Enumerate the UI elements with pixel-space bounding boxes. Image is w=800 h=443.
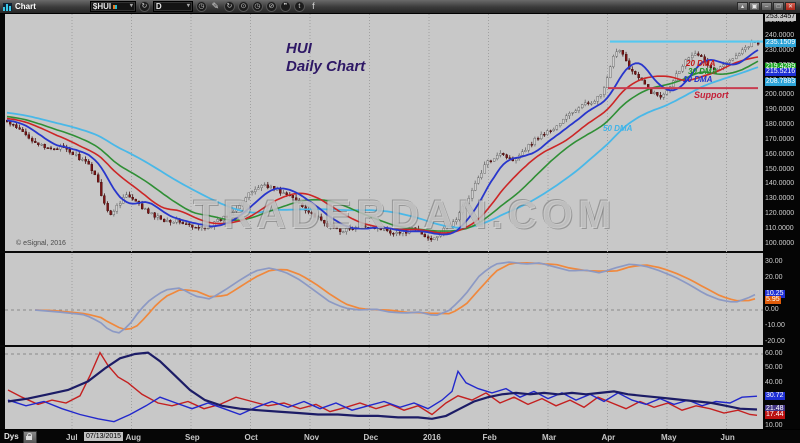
interval-clock-icon[interactable]: ◷ <box>196 1 207 12</box>
window-minimize-button[interactable]: – <box>761 2 772 11</box>
symbol-input[interactable]: $HUI ▾ <box>90 1 136 12</box>
axis-tick-label: 120.0000 <box>765 210 794 218</box>
month-label: Apr <box>602 433 616 442</box>
axis-tick-label: -20.00 <box>765 338 785 346</box>
month-label: Aug <box>126 433 142 442</box>
axis-tick-label: 60.00 <box>765 350 783 358</box>
axis-tick-label: -10.00 <box>765 322 785 330</box>
axis-highlight-label: 30.72 <box>765 392 785 400</box>
link-icon[interactable]: ⊘ <box>266 1 277 12</box>
chart-window: Chart $HUI ▾ ↻ D ▾ ◷ ✎↻⊙◷⊘❞tf ▴▣–□✕ HUI … <box>0 0 800 443</box>
symbol-value: $HUI <box>93 2 111 11</box>
time-cursor-icon[interactable]: ◷ <box>252 1 263 12</box>
lock-icon <box>26 436 32 440</box>
dma10-label[interactable]: 10 DMA <box>683 75 712 84</box>
chevron-down-icon[interactable]: ▾ <box>130 2 133 11</box>
axis-highlight-label: 215.5216 <box>765 68 796 76</box>
month-label: Jul <box>66 433 78 442</box>
axis-mode-label: Dys <box>4 432 19 441</box>
twitter-icon[interactable]: t <box>294 1 305 12</box>
axis-tick-label: 140.0000 <box>765 180 794 188</box>
axis-highlight-label: 253.3457 <box>765 13 796 21</box>
chevron-down-icon[interactable]: ▾ <box>187 2 190 11</box>
axis-tick-label: 230.0000 <box>765 47 794 55</box>
chart-tab-icon <box>3 3 12 11</box>
month-label: Dec <box>364 433 379 442</box>
axis-highlight-label: 5.95 <box>765 296 781 304</box>
axis-highlight-label: 235.1509 <box>765 39 796 47</box>
month-label: 2016 <box>423 433 441 442</box>
symbol-flag-icon <box>113 5 117 9</box>
interval-value: D <box>156 2 162 11</box>
axis-tick-label: 100.0000 <box>765 240 794 248</box>
month-label: Mar <box>542 433 556 442</box>
draw-pencil-icon[interactable]: ✎ <box>210 1 221 12</box>
interval-input[interactable]: D ▾ <box>153 1 193 12</box>
chart-title-timeframe[interactable]: Daily Chart <box>286 58 365 75</box>
watermark: TRADERDAN.COM <box>170 193 640 238</box>
axis-tick-label: 0.00 <box>765 306 779 314</box>
crosshair-date-box: 07/13/2015 <box>84 432 123 441</box>
month-label: Jun <box>721 433 735 442</box>
axis-highlight-label: 17.44 <box>765 411 785 419</box>
axis-highlight-label: 208.7883 <box>765 78 796 86</box>
axis-tick-label: 170.0000 <box>765 136 794 144</box>
axis-tick-label: 30.00 <box>765 258 783 266</box>
facebook-icon[interactable]: f <box>308 1 319 12</box>
target-icon[interactable]: ⊙ <box>238 1 249 12</box>
axis-tick-label: 50.00 <box>765 364 783 372</box>
axis-tick-label: 150.0000 <box>765 166 794 174</box>
support-label[interactable]: Support <box>694 90 729 100</box>
window-maximize-button[interactable]: □ <box>773 2 784 11</box>
month-label: Oct <box>245 433 258 442</box>
window-restore-button[interactable]: ▣ <box>749 2 760 11</box>
axis-tick-label: 40.00 <box>765 379 783 387</box>
dma50-label[interactable]: 50 DMA <box>603 124 632 133</box>
month-label: May <box>661 433 677 442</box>
window-controls: ▴▣–□✕ <box>736 2 796 11</box>
title-bar: Chart $HUI ▾ ↻ D ▾ ◷ ✎↻⊙◷⊘❞tf ▴▣–□✕ <box>0 0 800 14</box>
copyright-note: © eSignal, 2016 <box>16 240 66 247</box>
refresh-chart-icon[interactable]: ↻ <box>224 1 235 12</box>
window-title: Chart <box>15 2 36 11</box>
axis-tick-label: 190.0000 <box>765 106 794 114</box>
axis-tick-label: 160.0000 <box>765 151 794 159</box>
month-label: Sep <box>185 433 200 442</box>
month-label: Feb <box>483 433 497 442</box>
axis-tick-label: 20.00 <box>765 274 783 282</box>
window-close-button[interactable]: ✕ <box>785 2 796 11</box>
symbol-go-icon[interactable]: ↻ <box>139 1 150 12</box>
toolbar-action-icons: ✎↻⊙◷⊘❞tf <box>207 1 319 12</box>
month-label: Nov <box>304 433 319 442</box>
chat-icon[interactable]: ❞ <box>280 1 291 12</box>
axis-tick-label: 130.0000 <box>765 195 794 203</box>
axis-tick-label: 200.0000 <box>765 91 794 99</box>
chart-title-symbol[interactable]: HUI <box>286 40 312 57</box>
axis-lock-button[interactable] <box>23 431 37 443</box>
time-axis-bar: Dys 07/13/2015 Jul Aug Sep Oct Nov Dec 2016 Feb… <box>0 429 800 443</box>
axis-tick-label: 110.0000 <box>765 225 794 233</box>
axis-tick-label: 180.0000 <box>765 121 794 129</box>
window-up-button[interactable]: ▴ <box>737 2 748 11</box>
